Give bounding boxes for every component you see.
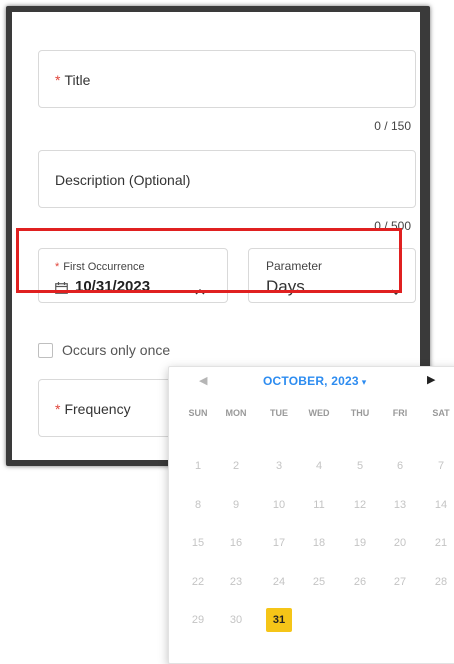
day-cell[interactable]: 6 [387, 454, 413, 478]
chevron-left-icon[interactable]: ◀ [199, 374, 207, 387]
day-cell[interactable]: 28 [428, 570, 454, 594]
day-cell[interactable]: 12 [347, 493, 373, 517]
day-cell[interactable]: 8 [185, 493, 211, 517]
chevron-down-icon: ▾ [361, 377, 367, 387]
weekday-label: MON [225, 408, 247, 418]
weekday-label: TUE [270, 408, 288, 418]
occurs-once-label[interactable]: Occurs only once [62, 342, 170, 358]
day-cell[interactable]: 30 [223, 608, 249, 632]
required-mark: * [55, 72, 61, 88]
day-cell[interactable]: 2 [223, 454, 249, 478]
day-cell[interactable]: 27 [387, 570, 413, 594]
title-char-counter: 0 / 150 [374, 119, 411, 133]
day-cell[interactable]: 18 [306, 531, 332, 555]
parameter-label: Parameter [266, 259, 323, 273]
day-cell[interactable]: 20 [387, 531, 413, 555]
day-cell[interactable]: 7 [428, 454, 454, 478]
first-occurrence-value: 10/31/2023 [75, 278, 151, 295]
first-occurrence-field[interactable]: * First Occurrence 10/31/2023 [38, 248, 228, 303]
day-cell[interactable]: 29 [185, 608, 211, 632]
day-cell[interactable]: 14 [428, 493, 454, 517]
frequency-label: * Frequency [55, 401, 131, 417]
chevron-up-icon[interactable] [195, 282, 205, 300]
weekday-label: THU [350, 408, 370, 418]
day-cell[interactable]: 17 [266, 531, 292, 555]
day-cell[interactable]: 25 [306, 570, 332, 594]
title-input[interactable]: * Title [38, 50, 416, 108]
weekday-label: FRI [392, 408, 408, 418]
day-cell[interactable]: 4 [306, 454, 332, 478]
weekday-label: WED [308, 408, 330, 418]
day-cell[interactable]: 3 [266, 454, 292, 478]
parameter-value: Days [266, 277, 305, 296]
day-cell[interactable]: 1 [185, 454, 211, 478]
description-char-counter: 0 / 500 [374, 219, 411, 233]
day-cell[interactable]: 15 [185, 531, 211, 555]
day-cell[interactable]: 19 [347, 531, 373, 555]
date-picker-popup: ◀ OCTOBER, 2023 ▾ ▶ SUN MON TUE WED THU FRI SAT… [168, 366, 454, 664]
day-cell[interactable]: 23 [223, 570, 249, 594]
day-cell[interactable]: 22 [185, 570, 211, 594]
month-year-selector[interactable]: OCTOBER, 2023 ▾ [263, 374, 366, 388]
required-mark: * [55, 401, 61, 417]
day-cell[interactable]: 16 [223, 531, 249, 555]
selected-day[interactable]: 31 [266, 608, 292, 632]
weekday-label: SUN [188, 408, 208, 418]
parameter-select[interactable]: Parameter Days [248, 248, 416, 303]
title-label: * Title [55, 72, 91, 88]
day-cell[interactable]: 5 [347, 454, 373, 478]
day-cell[interactable]: 13 [387, 493, 413, 517]
occurs-once-checkbox[interactable] [38, 343, 53, 358]
day-cell[interactable]: 24 [266, 570, 292, 594]
day-cell[interactable]: 10 [266, 493, 292, 517]
day-cell[interactable]: 9 [223, 493, 249, 517]
day-cell[interactable]: 11 [306, 493, 332, 517]
chevron-down-icon[interactable] [391, 283, 401, 301]
required-mark: * [55, 261, 60, 273]
day-cell[interactable]: 21 [428, 531, 454, 555]
description-label: Description (Optional) [55, 172, 191, 188]
calendar-icon [55, 281, 68, 294]
description-input[interactable]: Description (Optional) [38, 150, 416, 208]
day-cell[interactable]: 26 [347, 570, 373, 594]
weekday-label: SAT [432, 408, 450, 418]
first-occurrence-label: * First Occurrence [55, 261, 145, 273]
month-year-label: OCTOBER, 2023 [263, 374, 359, 388]
chevron-right-icon[interactable]: ▶ [427, 373, 435, 386]
